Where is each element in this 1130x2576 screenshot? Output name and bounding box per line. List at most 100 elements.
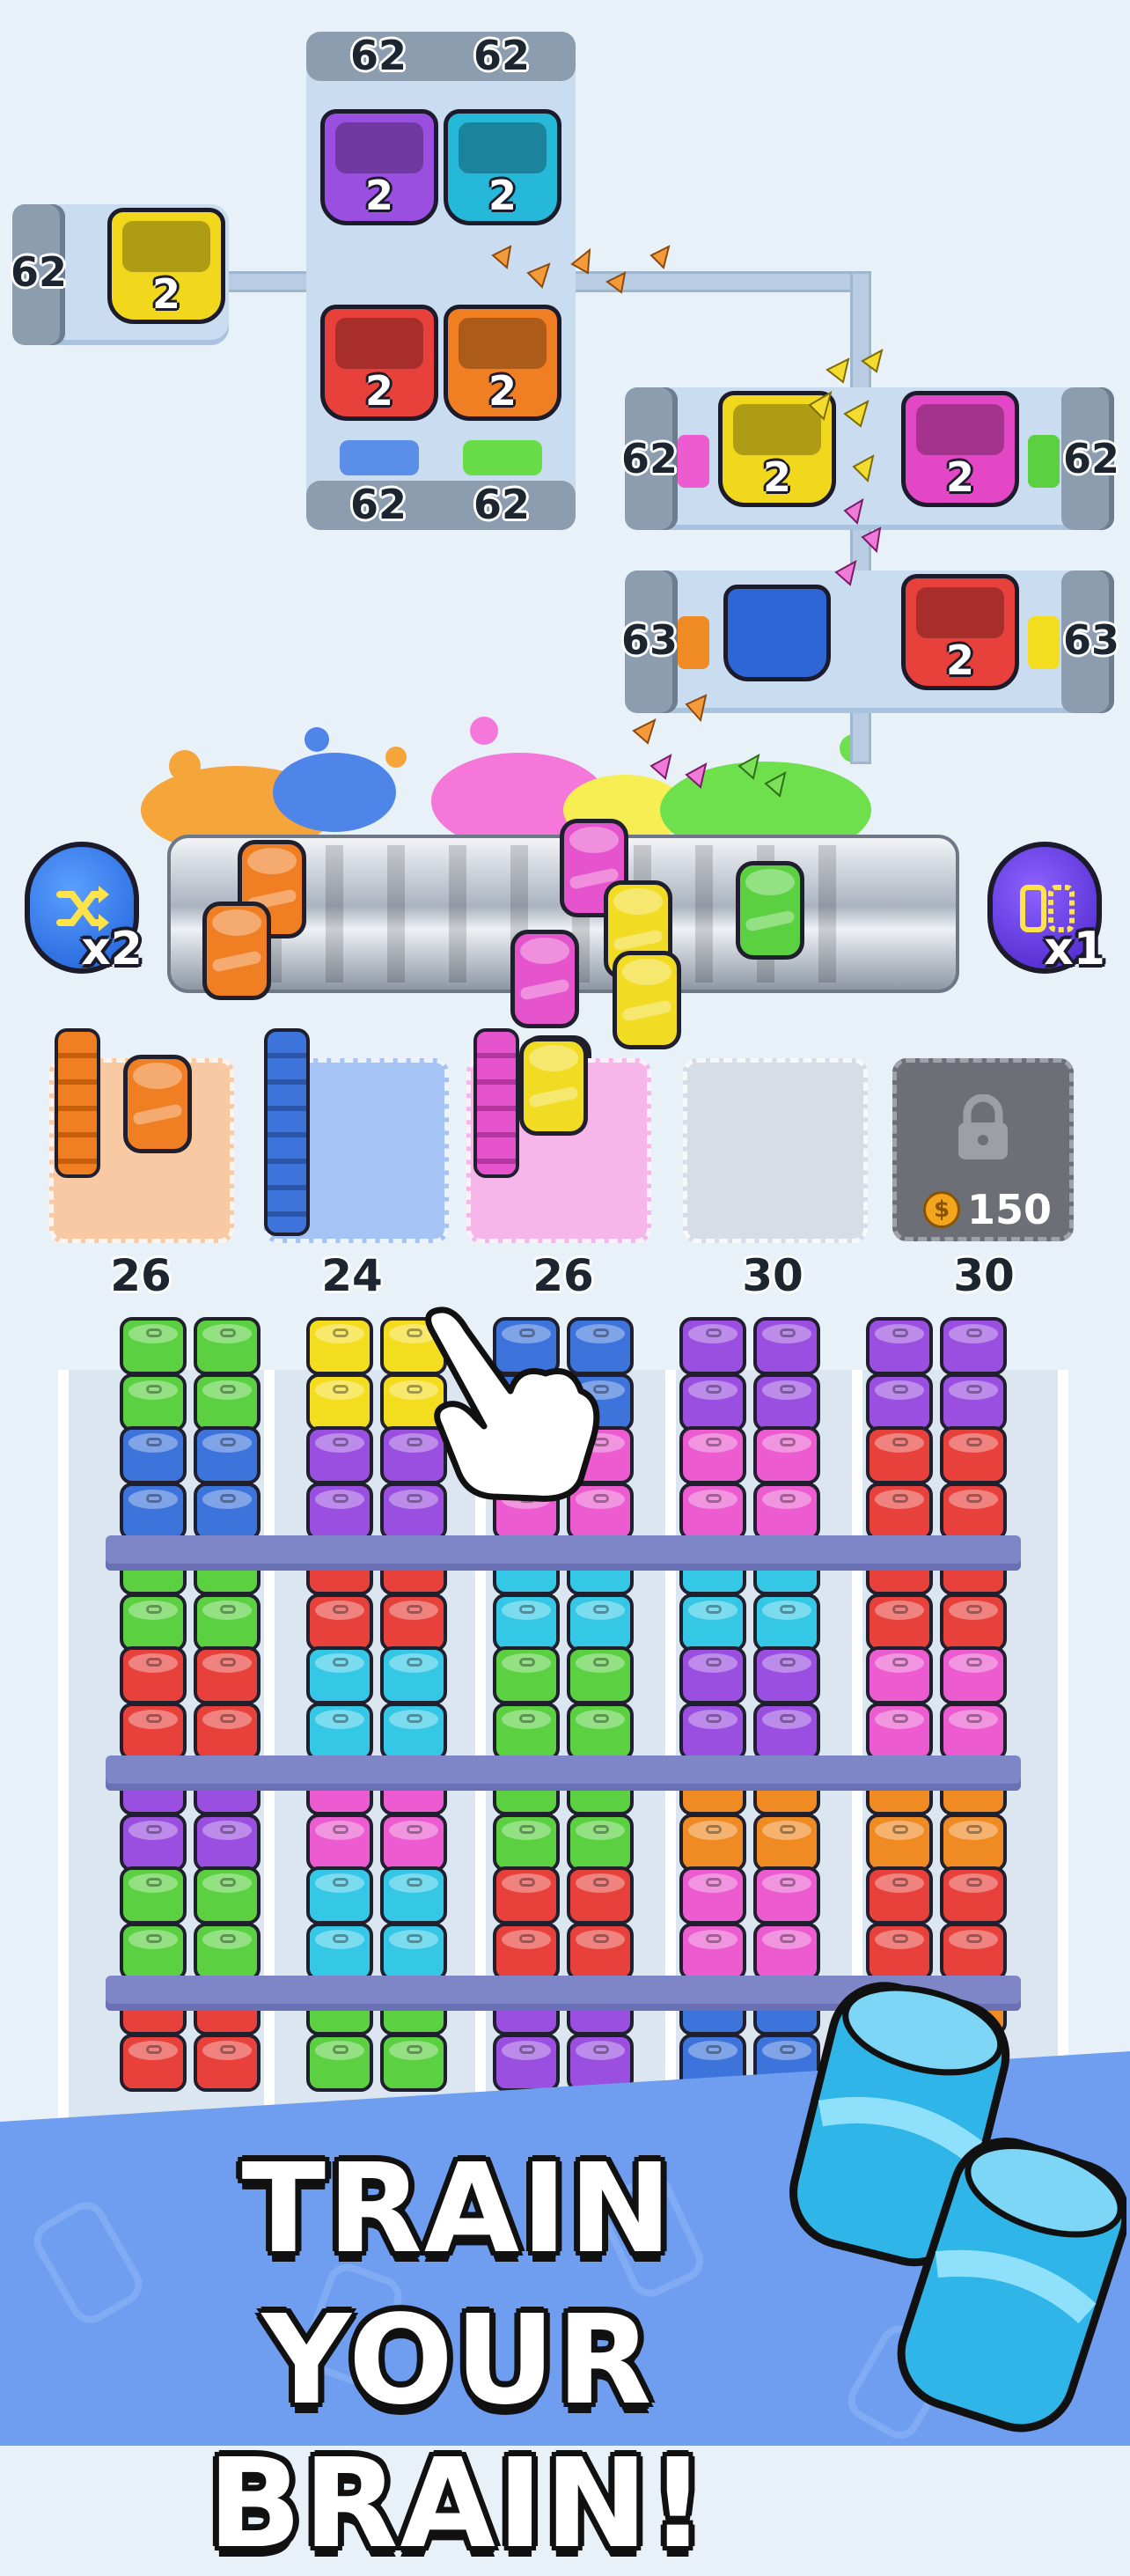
- bin-purple[interactable]: 2: [320, 109, 438, 225]
- can-purple[interactable]: [753, 1646, 820, 1704]
- can-red[interactable]: [493, 1866, 560, 1925]
- locked-slot[interactable]: $ 150: [892, 1058, 1074, 1241]
- can-pink[interactable]: [753, 1866, 820, 1925]
- can-purple[interactable]: [679, 1317, 746, 1375]
- can-cyan[interactable]: [306, 1923, 373, 1981]
- can-green[interactable]: [120, 1866, 187, 1925]
- can-cyan[interactable]: [679, 1593, 746, 1652]
- can-purple[interactable]: [753, 1317, 820, 1375]
- can-red[interactable]: [120, 1703, 187, 1761]
- can-green[interactable]: [194, 1373, 260, 1432]
- can-pink[interactable]: [753, 1483, 820, 1541]
- can-blue[interactable]: [120, 1483, 187, 1541]
- can-red[interactable]: [940, 1426, 1007, 1484]
- can-red[interactable]: [120, 1646, 187, 1704]
- can-purple[interactable]: [306, 1426, 373, 1484]
- can-purple[interactable]: [753, 1373, 820, 1432]
- can-pink[interactable]: [679, 1426, 746, 1484]
- can-green[interactable]: [567, 1814, 634, 1872]
- can-green[interactable]: [194, 1317, 260, 1375]
- can-yellow[interactable]: [306, 1317, 373, 1375]
- can-pink[interactable]: [679, 1923, 746, 1981]
- can-red[interactable]: [866, 1866, 933, 1925]
- can-red[interactable]: [194, 1646, 260, 1704]
- can-purple[interactable]: [940, 1373, 1007, 1432]
- can-red[interactable]: [866, 1426, 933, 1484]
- can-pink[interactable]: [866, 1646, 933, 1704]
- can-cyan[interactable]: [380, 1923, 447, 1981]
- can-purple[interactable]: [679, 1703, 746, 1761]
- can-yellow[interactable]: [613, 951, 681, 1049]
- can-purple[interactable]: [753, 1703, 820, 1761]
- can-green[interactable]: [120, 1923, 187, 1981]
- can-cyan[interactable]: [753, 1593, 820, 1652]
- can-green[interactable]: [120, 1593, 187, 1652]
- can-green[interactable]: [736, 861, 804, 960]
- can-cyan[interactable]: [380, 1866, 447, 1925]
- can-blue[interactable]: [194, 1483, 260, 1541]
- can-green[interactable]: [194, 1593, 260, 1652]
- can-red[interactable]: [567, 1923, 634, 1981]
- can-blue[interactable]: [194, 1426, 260, 1484]
- can-cyan[interactable]: [306, 1866, 373, 1925]
- can-pink[interactable]: [679, 1866, 746, 1925]
- can-orange[interactable]: [202, 902, 271, 1000]
- can-red[interactable]: [866, 1593, 933, 1652]
- can-red[interactable]: [940, 1593, 1007, 1652]
- can-pink[interactable]: [380, 1814, 447, 1872]
- column-count: 30: [953, 1250, 1015, 1301]
- can-cyan[interactable]: [306, 1703, 373, 1761]
- can-pink[interactable]: [753, 1426, 820, 1484]
- can-red[interactable]: [380, 1593, 447, 1652]
- can-cyan[interactable]: [567, 1593, 634, 1652]
- can-purple[interactable]: [866, 1373, 933, 1432]
- can-purple[interactable]: [940, 1317, 1007, 1375]
- can-blue[interactable]: [120, 1426, 187, 1484]
- holding-slot-empty[interactable]: [683, 1058, 868, 1243]
- can-cyan[interactable]: [306, 1646, 373, 1704]
- can-yellow[interactable]: [306, 1373, 373, 1432]
- can-green[interactable]: [493, 1703, 560, 1761]
- can-green[interactable]: [567, 1646, 634, 1704]
- can-red[interactable]: [306, 1593, 373, 1652]
- can-green[interactable]: [493, 1646, 560, 1704]
- can-red[interactable]: [567, 1866, 634, 1925]
- can-purple[interactable]: [679, 1373, 746, 1432]
- can-pink[interactable]: [679, 1483, 746, 1541]
- can-orange[interactable]: [940, 1814, 1007, 1872]
- can-pink[interactable]: [940, 1703, 1007, 1761]
- can-green[interactable]: [194, 1923, 260, 1981]
- shuffle-booster-button[interactable]: x2: [25, 842, 143, 975]
- can-cyan[interactable]: [380, 1646, 447, 1704]
- can-green[interactable]: [120, 1373, 187, 1432]
- can-pink[interactable]: [510, 930, 579, 1028]
- can-green[interactable]: [120, 1317, 187, 1375]
- can-pink[interactable]: [940, 1646, 1007, 1704]
- can-red[interactable]: [866, 1483, 933, 1541]
- swap-booster-button[interactable]: x1: [987, 842, 1105, 975]
- can-purple[interactable]: [866, 1317, 933, 1375]
- machine-counter: 62: [350, 481, 407, 528]
- can-red[interactable]: [940, 1483, 1007, 1541]
- can-red[interactable]: [493, 1923, 560, 1981]
- can-red[interactable]: [194, 1703, 260, 1761]
- can-green[interactable]: [493, 1814, 560, 1872]
- can-green[interactable]: [194, 1866, 260, 1925]
- bin-yellow[interactable]: 2: [107, 208, 225, 324]
- bin-cyan[interactable]: 2: [444, 109, 561, 225]
- bin-red[interactable]: 2: [320, 305, 438, 421]
- can-orange[interactable]: [753, 1814, 820, 1872]
- can-purple[interactable]: [120, 1814, 187, 1872]
- can-orange[interactable]: [679, 1814, 746, 1872]
- can-purple[interactable]: [306, 1483, 373, 1541]
- can-cyan[interactable]: [380, 1703, 447, 1761]
- can-orange[interactable]: [866, 1814, 933, 1872]
- can-purple[interactable]: [194, 1814, 260, 1872]
- can-green[interactable]: [567, 1703, 634, 1761]
- can-purple[interactable]: [679, 1646, 746, 1704]
- can-pink[interactable]: [306, 1814, 373, 1872]
- game-screen: { "top_machines": { "left": {"counter": …: [0, 0, 1130, 2576]
- can-red[interactable]: [940, 1866, 1007, 1925]
- can-cyan[interactable]: [493, 1593, 560, 1652]
- can-pink[interactable]: [866, 1703, 933, 1761]
